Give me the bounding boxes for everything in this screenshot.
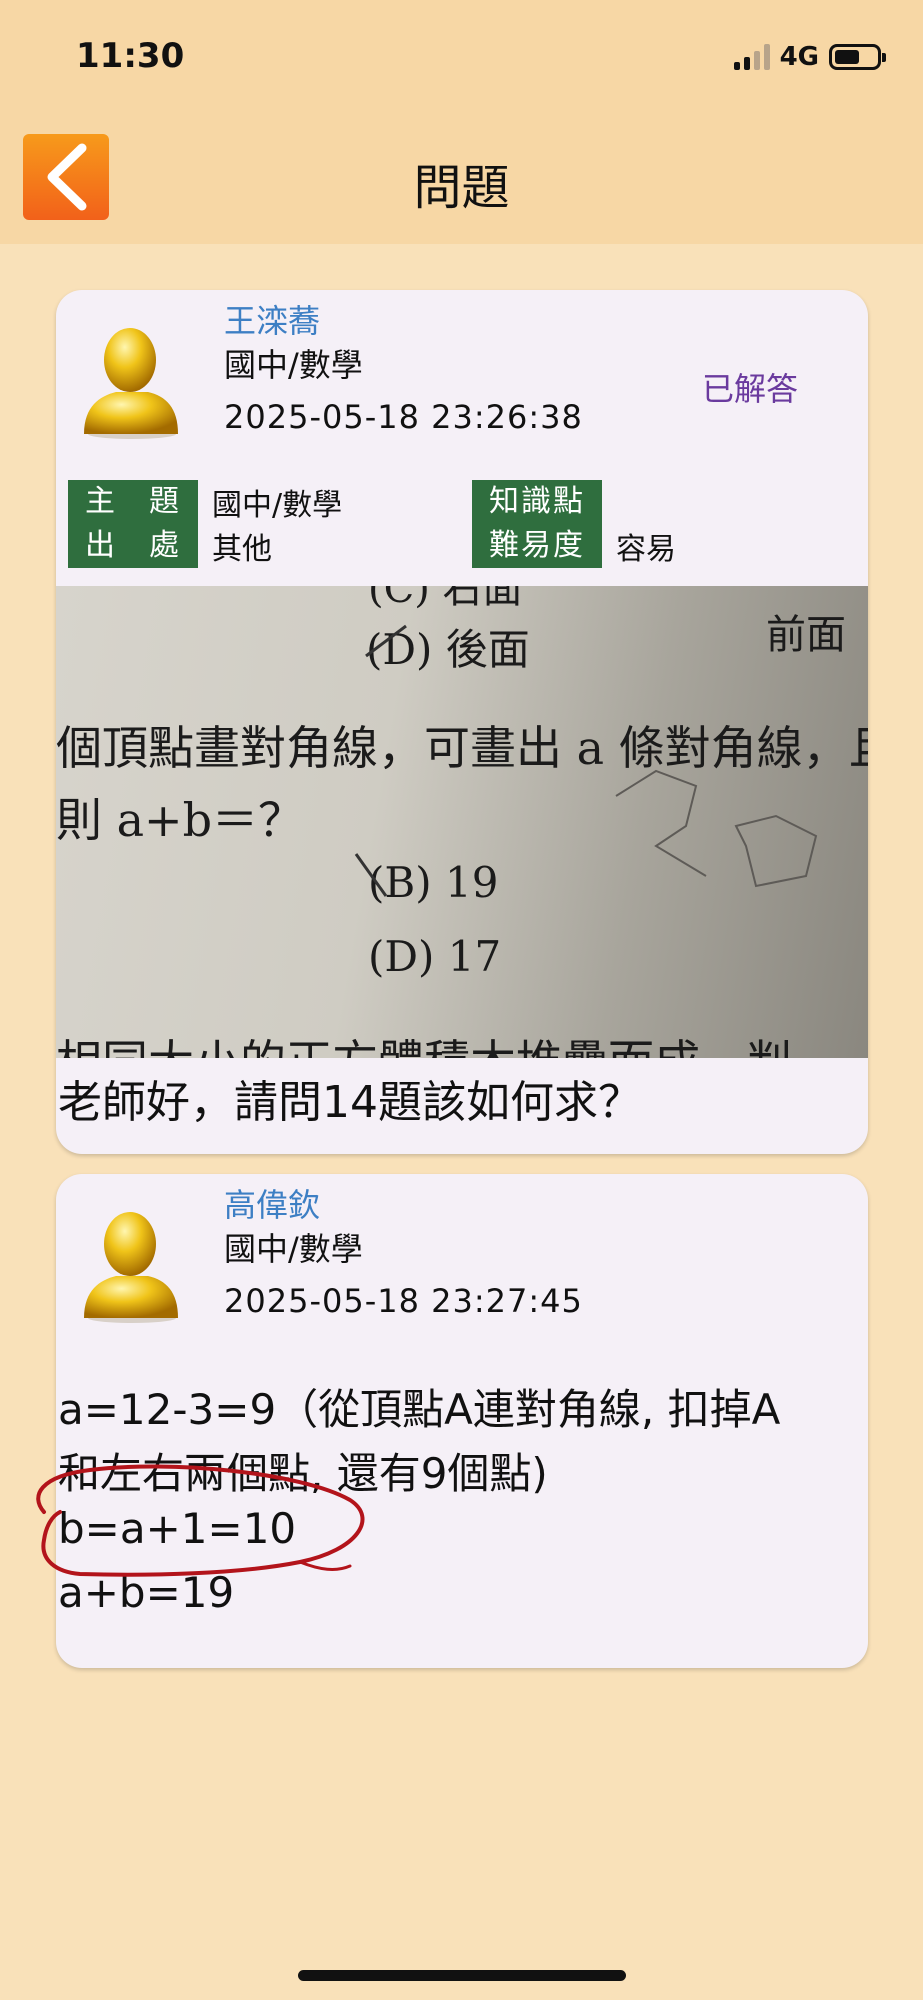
home-indicator[interactable]: [298, 1970, 626, 1981]
annotation-circle: [36, 1464, 365, 1577]
